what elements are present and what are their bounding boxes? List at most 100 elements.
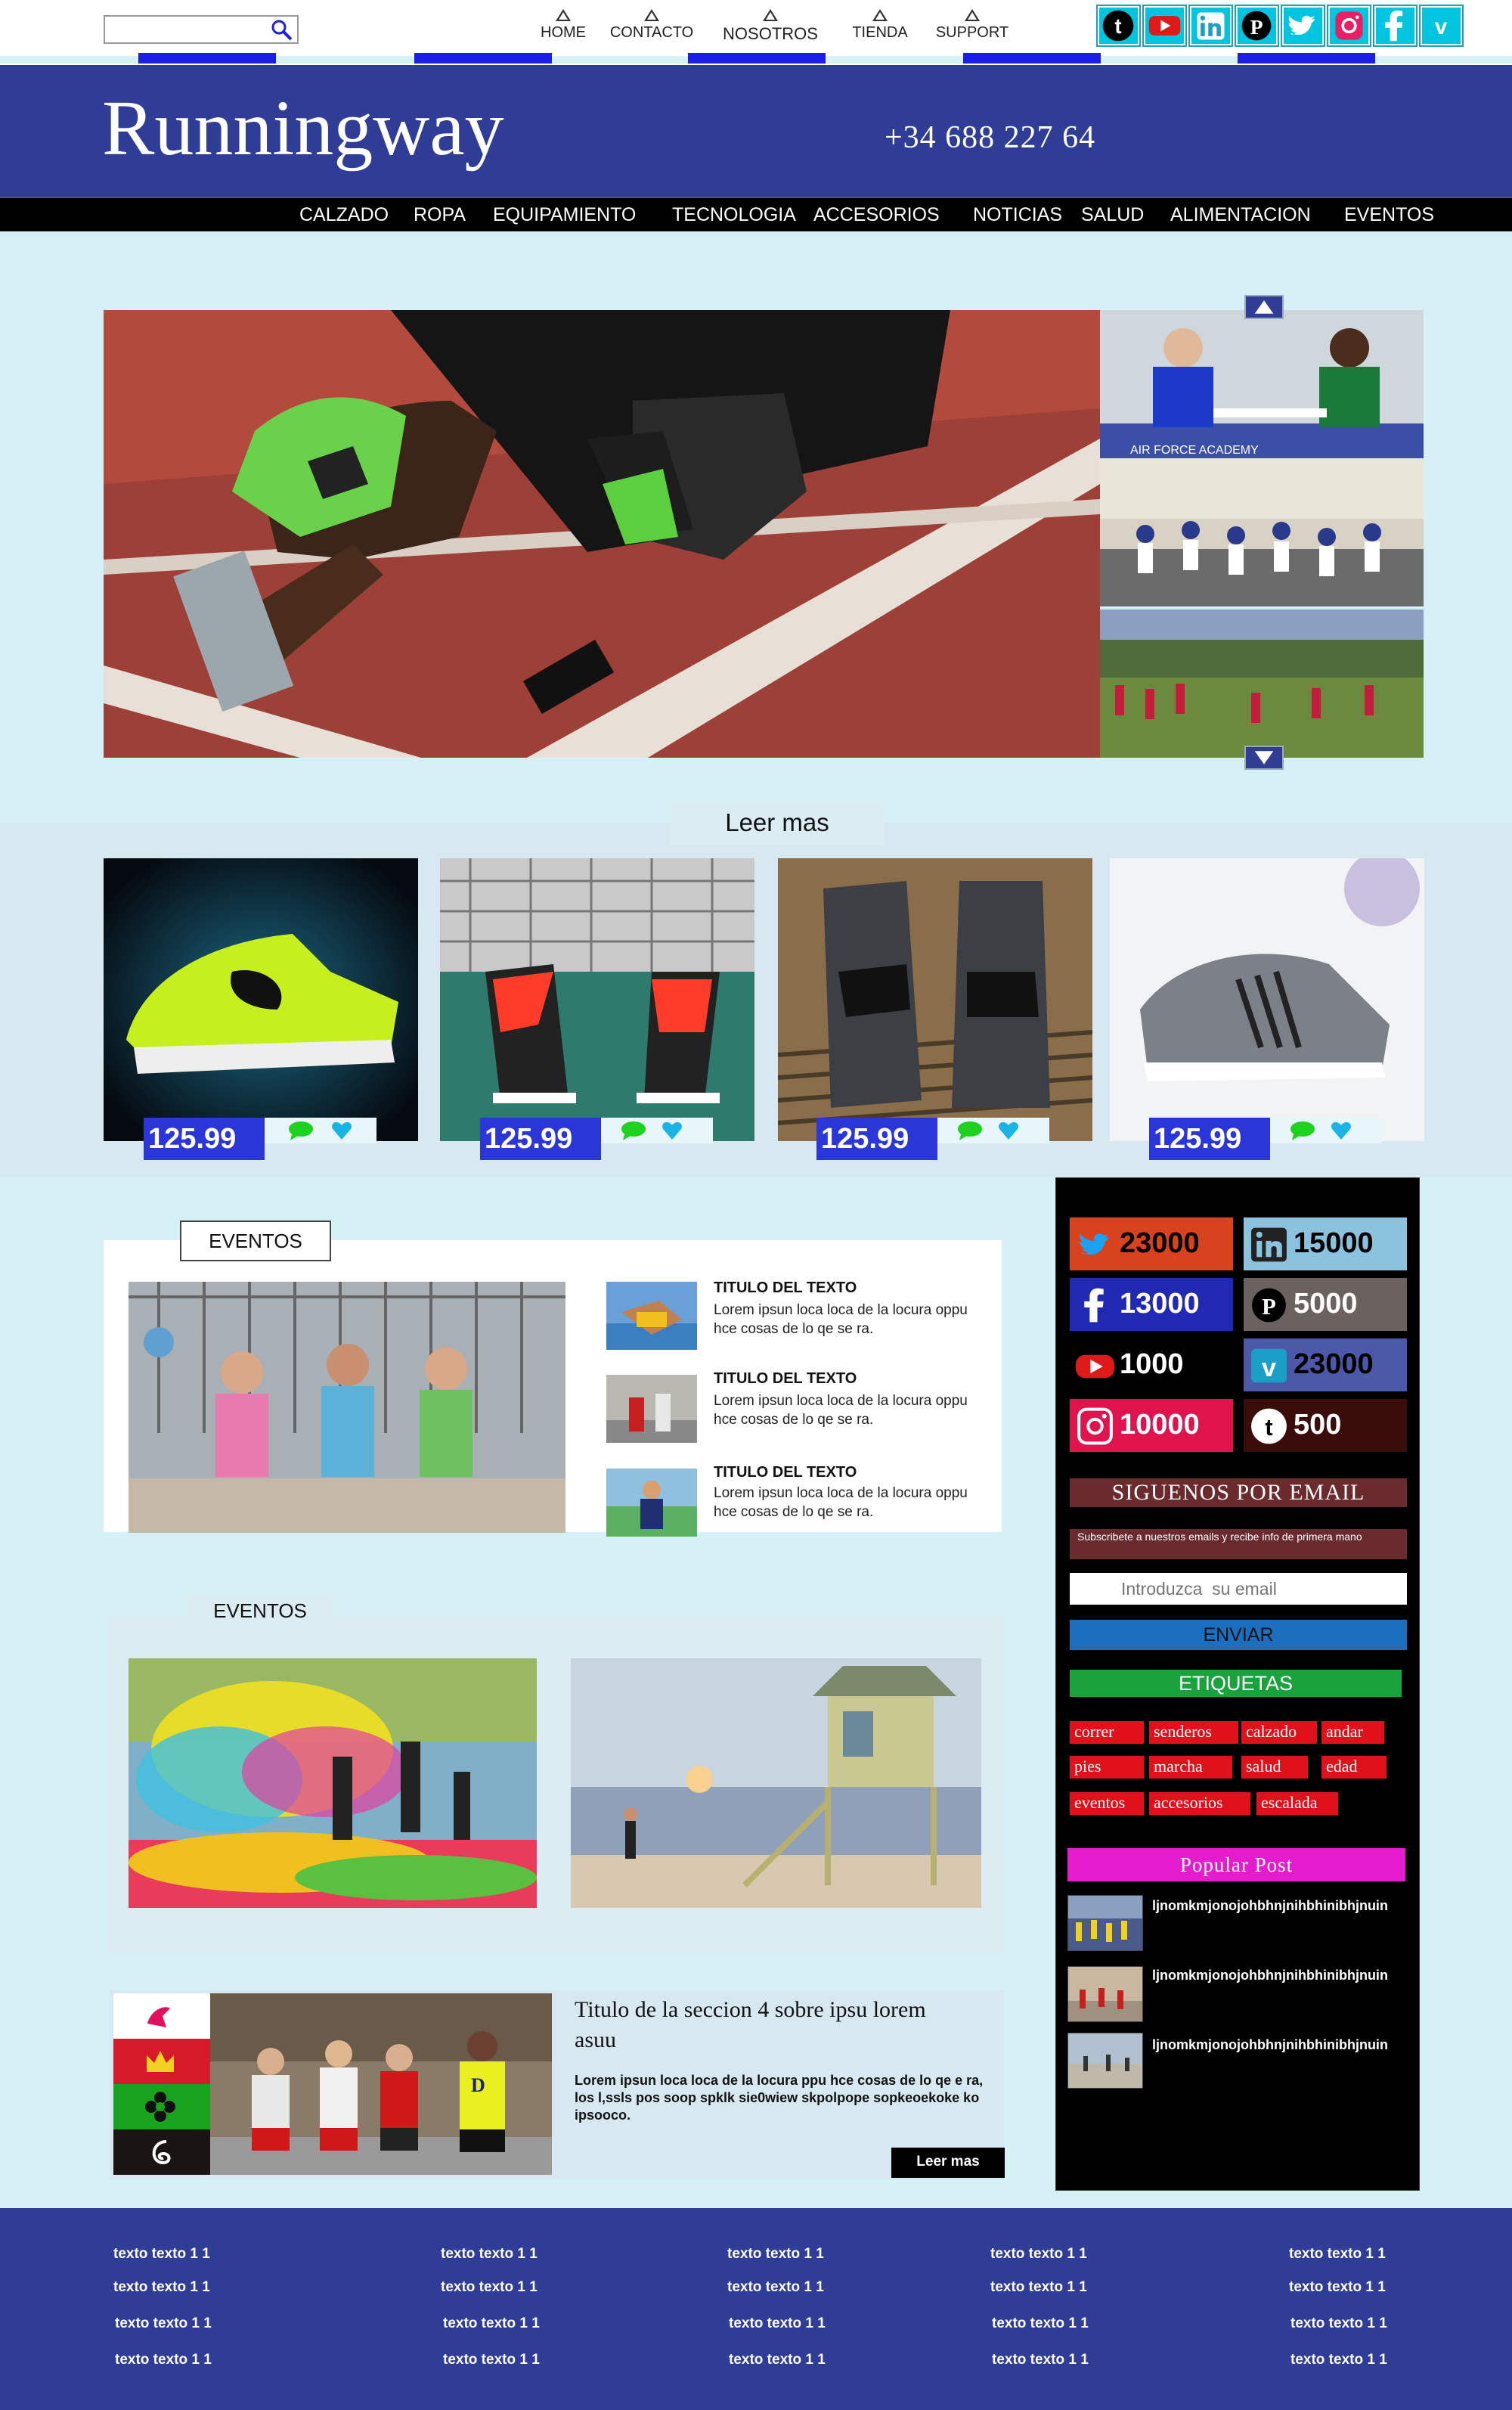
footer-link[interactable]: texto texto 1 1 [1290,2352,1387,2368]
hero-image[interactable] [104,310,1100,758]
footer-link[interactable]: texto texto 1 1 [115,2352,212,2368]
events-tab[interactable]: EVENTOS [185,1594,335,1627]
vimeo-stat[interactable]: v 23000 [1244,1338,1407,1391]
nav-nosotros[interactable]: NOSOTROS [711,9,830,48]
comment-icon[interactable] [287,1121,314,1140]
popular-post-thumbnail[interactable] [1067,1966,1143,2022]
category-accesorios[interactable]: ACCESORIOS [813,204,940,226]
category-salud[interactable]: SALUD [1081,204,1144,226]
tag-escalada[interactable]: escalada [1256,1792,1338,1815]
nav-tienda[interactable]: TIENDA [842,9,918,48]
event-title[interactable]: TITULO DEL TEXTO [714,1279,857,1297]
tag-marcha[interactable]: marcha [1149,1756,1232,1779]
email-field[interactable] [1070,1573,1407,1605]
product-image[interactable] [778,858,1092,1141]
footer-link[interactable]: texto texto 1 1 [1289,2246,1386,2263]
section4-read-more-button[interactable]: Leer mas [891,2148,1005,2178]
nav-support[interactable]: SUPPORT [927,9,1018,48]
tumblr-icon[interactable]: t [1096,5,1141,47]
section4-title[interactable]: Titulo de la seccion 4 sobre ipsu lorem … [575,1995,968,2055]
event-thumbnail[interactable] [606,1375,697,1443]
read-more-button[interactable]: Leer mas [670,802,885,845]
pinterest-stat[interactable]: P 5000 [1244,1278,1407,1331]
category-calzado[interactable]: CALZADO [299,204,389,226]
hero-thumbnail[interactable] [1100,609,1424,758]
category-noticias[interactable]: NOTICIAS [973,204,1062,226]
pinterest-icon[interactable]: P [1235,5,1279,47]
tag-eventos[interactable]: eventos [1070,1792,1144,1815]
event-gallery-image[interactable] [129,1658,537,1908]
popular-post-thumbnail[interactable] [1067,1895,1143,1951]
footer-link[interactable]: texto texto 1 1 [441,2246,538,2263]
comment-icon[interactable] [620,1121,647,1140]
linkedin-stat[interactable]: 15000 [1244,1217,1407,1270]
facebook-icon[interactable] [1373,5,1418,47]
footer-link[interactable]: texto texto 1 1 [441,2279,538,2296]
footer-link[interactable]: texto texto 1 1 [443,2315,540,2332]
event-main-image[interactable] [129,1282,565,1533]
footer-link[interactable]: texto texto 1 1 [992,2352,1089,2368]
search-input[interactable] [104,15,299,44]
section4-image[interactable]: D [210,1993,552,2175]
footer-link[interactable]: texto texto 1 1 [113,2279,210,2296]
footer-link[interactable]: texto texto 1 1 [113,2246,210,2263]
tag-correr[interactable]: correr [1070,1721,1144,1744]
heart-icon[interactable] [331,1120,352,1141]
footer-link[interactable]: texto texto 1 1 [729,2352,826,2368]
search-icon[interactable] [270,18,294,42]
instagram-icon[interactable] [1327,5,1371,47]
vimeo-icon[interactable]: v [1419,5,1464,47]
popular-post-title-link[interactable]: ljnomkmjonojohbhnjnihbhinibhjnuin [1152,1897,1402,1915]
tag-senderos[interactable]: senderos [1149,1721,1238,1744]
tag-salud[interactable]: salud [1241,1756,1308,1779]
popular-post-title-link[interactable]: ljnomkmjonojohbhnjnihbhinibhjnuin [1152,2036,1402,2054]
tag-andar[interactable]: andar [1321,1721,1384,1744]
heart-icon[interactable] [1331,1120,1352,1141]
comment-icon[interactable] [956,1121,984,1140]
tag-calzado[interactable]: calzado [1241,1721,1317,1744]
twitter-stat[interactable]: 23000 [1070,1217,1233,1270]
category-equipamiento[interactable]: EQUIPAMIENTO [493,204,636,226]
tag-pies[interactable]: pies [1070,1756,1144,1779]
tag-accesorios[interactable]: accesorios [1149,1792,1250,1815]
nav-home[interactable]: HOME [529,9,597,48]
youtube-stat[interactable]: 1000 [1070,1338,1233,1391]
twitter-icon[interactable] [1281,5,1325,47]
hero-thumbnail[interactable] [1100,458,1424,606]
footer-link[interactable]: texto texto 1 1 [443,2352,540,2368]
heart-icon[interactable] [998,1120,1019,1141]
linkedin-icon[interactable] [1188,5,1233,47]
events-tab[interactable]: EVENTOS [180,1221,331,1261]
comment-icon[interactable] [1289,1121,1316,1140]
category-alimentacion[interactable]: ALIMENTACION [1170,204,1311,226]
product-image[interactable] [440,858,754,1141]
event-title[interactable]: TITULO DEL TEXTO [714,1370,857,1388]
youtube-icon[interactable] [1142,5,1187,47]
product-image[interactable] [1110,858,1424,1141]
footer-link[interactable]: texto texto 1 1 [729,2315,826,2332]
footer-link[interactable]: texto texto 1 1 [727,2246,824,2263]
event-gallery-image[interactable] [571,1658,981,1908]
footer-link[interactable]: texto texto 1 1 [115,2315,212,2332]
event-thumbnail[interactable] [606,1282,697,1350]
footer-link[interactable]: texto texto 1 1 [992,2315,1089,2332]
footer-link[interactable]: texto texto 1 1 [1290,2315,1387,2332]
tumblr-stat[interactable]: t 500 [1244,1399,1407,1452]
carousel-up-arrow[interactable] [1244,295,1284,319]
category-eventos[interactable]: EVENTOS [1344,204,1434,226]
tag-edad[interactable]: edad [1321,1756,1387,1779]
popular-post-thumbnail[interactable] [1067,2033,1143,2089]
carousel-down-arrow[interactable] [1244,746,1284,770]
footer-link[interactable]: texto texto 1 1 [1289,2279,1386,2296]
footer-link[interactable]: texto texto 1 1 [727,2279,824,2296]
instagram-stat[interactable]: 10000 [1070,1399,1233,1452]
nav-contacto[interactable]: CONTACTO [605,9,699,48]
event-thumbnail[interactable] [606,1469,697,1537]
site-logo[interactable]: Runningway [102,83,504,173]
send-button[interactable]: ENVIAR [1070,1620,1407,1650]
footer-link[interactable]: texto texto 1 1 [990,2279,1087,2296]
footer-link[interactable]: texto texto 1 1 [990,2246,1087,2263]
hero-thumbnail[interactable]: AIR FORCE ACADEMY [1100,310,1424,458]
event-title[interactable]: TITULO DEL TEXTO [714,1464,857,1481]
category-ropa[interactable]: ROPA [414,204,466,226]
